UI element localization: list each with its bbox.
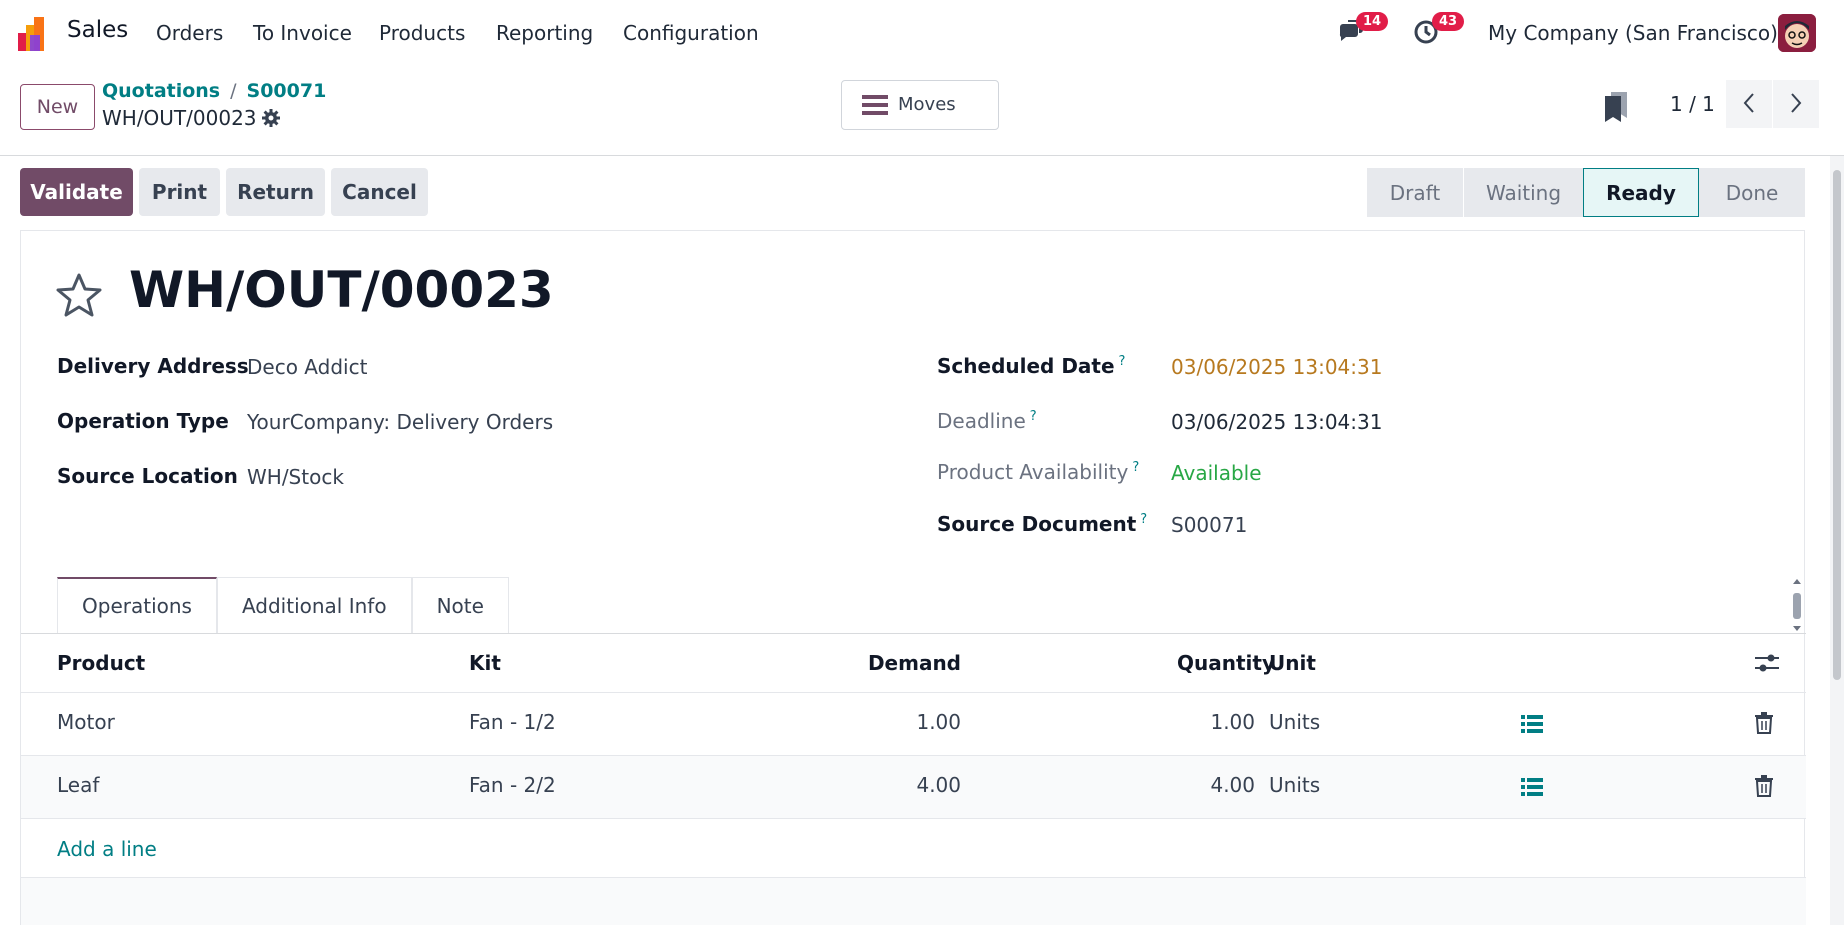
status-waiting[interactable]: Waiting xyxy=(1463,168,1583,217)
source-document-value[interactable]: S00071 xyxy=(1171,513,1247,537)
scheduled-date-label: Scheduled Date? xyxy=(937,354,1126,378)
page-scrollbar-thumb[interactable] xyxy=(1833,170,1841,680)
bookmarks-icon[interactable] xyxy=(1605,92,1629,122)
menu-products[interactable]: Products xyxy=(379,21,465,45)
moves-label: Moves xyxy=(898,94,956,115)
tab-note[interactable]: Note xyxy=(411,577,509,633)
details-list-icon[interactable] xyxy=(1521,777,1543,797)
list-lines-icon xyxy=(862,95,888,115)
table-row[interactable]: Motor Fan - 1/2 1.00 1.00 Units xyxy=(21,692,1806,755)
source-location-value[interactable]: WH/Stock xyxy=(247,465,344,489)
demand-cell[interactable]: 4.00 xyxy=(741,773,961,797)
breadcrumb-order[interactable]: S00071 xyxy=(247,80,327,102)
operation-type-value[interactable]: YourCompany: Delivery Orders xyxy=(247,410,553,434)
details-list-icon[interactable] xyxy=(1521,714,1543,734)
moves-smart-button[interactable]: Moves xyxy=(841,80,999,130)
scheduled-date-value[interactable]: 03/06/2025 13:04:31 xyxy=(1171,355,1382,379)
new-button[interactable]: New xyxy=(20,84,95,130)
activities-button[interactable]: 43 xyxy=(1412,12,1465,51)
app-name[interactable]: Sales xyxy=(67,17,128,43)
product-cell[interactable]: Motor xyxy=(57,710,115,734)
breadcrumb-quotations[interactable]: Quotations xyxy=(102,80,220,102)
status-done[interactable]: Done xyxy=(1699,168,1805,217)
pager-value[interactable]: 1 / 1 xyxy=(1670,92,1715,116)
deadline-label: Deadline? xyxy=(937,409,1037,433)
notebook-tabs: Operations Additional Info Note xyxy=(57,577,509,633)
pager-next-button[interactable] xyxy=(1773,80,1819,128)
tab-additional-info[interactable]: Additional Info xyxy=(216,577,412,633)
column-header-unit[interactable]: Unit xyxy=(1269,651,1316,675)
record-breadcrumb-name: WH/OUT/00023 xyxy=(102,106,257,130)
product-cell[interactable]: Leaf xyxy=(57,773,99,797)
table-footer xyxy=(21,878,1806,925)
trash-icon[interactable] xyxy=(1755,775,1773,797)
avatar-face-icon xyxy=(1778,14,1816,52)
activities-count-badge: 43 xyxy=(1432,12,1465,31)
quantity-cell[interactable]: 1.00 xyxy=(1021,710,1255,734)
menu-to-invoice[interactable]: To Invoice xyxy=(253,21,352,45)
status-ready[interactable]: Ready xyxy=(1583,168,1699,217)
app-logo-icon[interactable] xyxy=(18,17,52,51)
product-availability-value: Available xyxy=(1171,461,1262,485)
source-document-label: Source Document? xyxy=(937,512,1148,536)
status-bar: Draft Waiting Ready Done xyxy=(1367,168,1805,217)
breadcrumb: Quotations / S00071 xyxy=(102,80,326,102)
deadline-value: 03/06/2025 13:04:31 xyxy=(1171,410,1383,434)
star-icon[interactable] xyxy=(55,272,103,318)
chevron-left-icon xyxy=(1743,92,1754,113)
pager-previous-button[interactable] xyxy=(1726,80,1772,128)
tab-operations[interactable]: Operations xyxy=(57,577,217,633)
add-line-link[interactable]: Add a line xyxy=(57,837,157,861)
table-divider xyxy=(21,818,1806,819)
messages-button[interactable]: 14 xyxy=(1336,12,1389,51)
tabs-scrollbar[interactable] xyxy=(1790,576,1804,634)
help-tooltip-mark[interactable]: ? xyxy=(1030,409,1037,424)
column-settings-icon[interactable] xyxy=(1755,652,1779,674)
product-availability-label: Product Availability? xyxy=(937,460,1140,484)
trash-icon[interactable] xyxy=(1755,712,1773,734)
user-avatar[interactable] xyxy=(1778,14,1816,52)
record-title: WH/OUT/00023 xyxy=(129,261,554,319)
kit-cell[interactable]: Fan - 2/2 xyxy=(469,773,556,797)
operation-type-label: Operation Type xyxy=(57,409,229,433)
demand-cell[interactable]: 1.00 xyxy=(741,710,961,734)
tabs-divider xyxy=(21,633,1806,634)
menu-configuration[interactable]: Configuration xyxy=(623,21,759,45)
menu-orders[interactable]: Orders xyxy=(156,21,223,45)
column-header-kit[interactable]: Kit xyxy=(469,651,501,675)
breadcrumb-separator: / xyxy=(230,80,237,102)
unit-cell[interactable]: Units xyxy=(1269,710,1320,734)
column-header-quantity[interactable]: Quantity xyxy=(1021,651,1275,675)
unit-cell[interactable]: Units xyxy=(1269,773,1320,797)
delivery-address-label: Delivery Address xyxy=(57,354,249,378)
form-sheet: WH/OUT/00023 Delivery Address Deco Addic… xyxy=(20,230,1806,925)
help-tooltip-mark[interactable]: ? xyxy=(1140,512,1147,527)
top-navbar: Sales Orders To Invoice Products Reporti… xyxy=(0,0,1844,66)
help-tooltip-mark[interactable]: ? xyxy=(1132,460,1139,475)
kit-cell[interactable]: Fan - 1/2 xyxy=(469,710,556,734)
delivery-address-value[interactable]: Deco Addict xyxy=(247,355,367,379)
page-scrollbar[interactable] xyxy=(1830,156,1844,925)
source-location-label: Source Location xyxy=(57,464,238,488)
chevron-right-icon xyxy=(1791,92,1802,113)
menu-reporting[interactable]: Reporting xyxy=(496,21,593,45)
status-draft[interactable]: Draft xyxy=(1367,168,1463,217)
quantity-cell[interactable]: 4.00 xyxy=(1021,773,1255,797)
company-switcher[interactable]: My Company (San Francisco) xyxy=(1488,21,1778,45)
table-row[interactable]: Leaf Fan - 2/2 4.00 4.00 Units xyxy=(21,755,1806,818)
validate-button[interactable]: Validate xyxy=(20,168,133,216)
cancel-button[interactable]: Cancel xyxy=(331,168,428,216)
print-button[interactable]: Print xyxy=(139,168,220,216)
help-tooltip-mark[interactable]: ? xyxy=(1119,354,1126,369)
control-panel: New Quotations / S00071 WH/OUT/00023 Moves… xyxy=(0,66,1844,156)
messages-count-badge: 14 xyxy=(1356,12,1389,31)
column-header-product[interactable]: Product xyxy=(57,651,145,675)
column-header-demand[interactable]: Demand xyxy=(741,651,961,675)
gear-icon[interactable] xyxy=(262,109,280,127)
return-button[interactable]: Return xyxy=(226,168,325,216)
